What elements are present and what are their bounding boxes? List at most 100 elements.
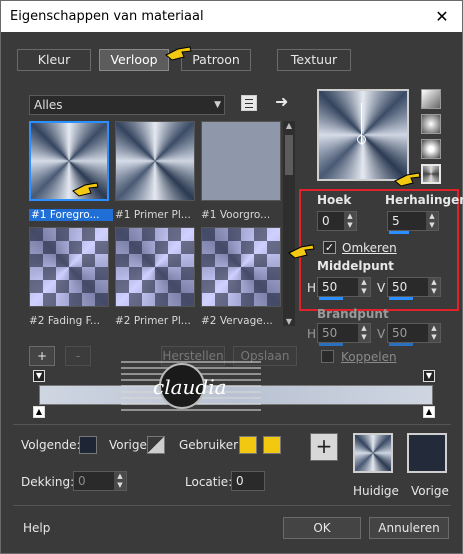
focal-h-slider[interactable] [319,343,343,346]
arrow-right-icon[interactable]: ➜ [275,92,288,111]
current-preview[interactable] [353,433,393,473]
focal-h-value: 50 [322,326,338,340]
gradient-caption: #1 Primer Pl... [115,209,191,221]
tab-bar: Kleur Verloop Patroon Textuur [1,49,462,71]
center-h-input[interactable]: 50 ▲ ▼ [317,277,371,300]
focal-v-slider[interactable] [389,343,413,346]
gallery-filter-value: Alles [34,98,63,112]
window-title: Eigenschappen van materiaal [10,9,204,24]
center-h-label: H [307,281,317,295]
scroll-down-icon[interactable]: ▼ [283,317,295,326]
tab-textuur[interactable]: Textuur [277,49,351,71]
center-v-slider[interactable] [389,297,413,300]
location-label: Locatie: [185,475,233,489]
invert-checkbox[interactable]: ✓ [323,241,336,254]
watermark-logo: claudia [121,355,261,415]
spin-arrows-icon[interactable]: ▲ ▼ [426,212,438,230]
chevron-down-icon: ▼ [214,100,221,110]
spin-arrows-icon[interactable]: ▲ ▼ [344,212,356,230]
angle-value: 0 [322,214,330,228]
focal-h-input[interactable]: 50 ▲ ▼ [317,323,371,346]
previous-preview[interactable] [407,433,447,473]
tab-verloop[interactable]: Verloop [99,49,169,71]
center-v-input[interactable]: 50 ▲ ▼ [387,277,441,300]
user-color-swatch-2[interactable] [263,436,281,454]
user-label: Gebruiker: [179,438,242,452]
spin-arrows-icon[interactable]: ▲ ▼ [428,324,440,342]
repeats-slider[interactable] [389,231,409,234]
tab-kleur[interactable]: Kleur [17,49,91,71]
rectangular-style-button[interactable] [421,114,441,134]
previous-preview-label: Vorige [411,484,449,498]
add-gradient-button[interactable]: + [29,346,55,366]
angle-input[interactable]: 0 ▲ ▼ [317,211,357,231]
title-bar: Eigenschappen van materiaal ✕ [1,1,462,32]
opacity-value: 0 [78,474,86,488]
center-v-label: V [377,281,386,295]
spin-arrows-icon[interactable]: ▲ ▼ [358,278,370,296]
add-to-swatches-button[interactable]: + [310,433,338,461]
divider [13,424,451,425]
hand-pointer-icon [71,179,101,199]
gradient-thumbnail[interactable] [201,227,281,307]
link-checkbox[interactable] [321,350,334,363]
hand-pointer-icon [393,169,423,189]
spin-arrows-icon[interactable]: ▲ ▼ [428,278,440,296]
focal-label: Brandpunt [317,307,389,321]
material-properties-dialog: Eigenschappen van materiaal ✕ Kleur Verl… [0,0,463,554]
link-label: Koppelen [341,350,397,364]
focal-v-label: V [377,327,386,341]
top-right-marker[interactable]: ▼ [423,370,435,382]
opacity-label: Dekking: [21,475,75,489]
opacity-input[interactable]: 0 ▲ ▼ [73,471,127,491]
gallery-filter-select[interactable]: Alles ▼ [29,95,225,115]
gradient-caption: #2 Vervage... [201,315,273,327]
top-left-marker[interactable]: ▼ [33,370,45,382]
previous-swatch[interactable] [147,436,165,454]
scroll-up-icon[interactable]: ▲ [283,121,295,130]
angle-label: Hoek [317,193,352,207]
sunburst-style-button[interactable] [421,139,441,159]
center-v-value: 50 [392,280,408,294]
spin-arrows-icon[interactable]: ▲ ▼ [358,324,370,342]
foreground-label: Volgende: [21,438,81,452]
center-label: Middelpunt [317,259,394,273]
help-link[interactable]: Help [23,521,50,535]
gradient-caption: #1 Foregro... [29,209,113,221]
location-input[interactable]: 0 [231,471,265,491]
user-color-swatch[interactable] [239,436,257,454]
close-icon[interactable]: ✕ [431,7,453,26]
scrollbar-thumb[interactable] [285,135,293,175]
repeats-label: Herhalingen [385,193,463,207]
divider [13,505,451,506]
bottom-left-stop[interactable]: ▲ [33,406,45,418]
radial-style-button[interactable] [421,164,441,184]
gradient-caption: #2 Primer Pl... [115,315,191,327]
linear-style-button[interactable] [421,89,441,109]
watermark-text: claudia [153,375,227,399]
gallery-scrollbar[interactable]: ▲ ▼ [283,121,295,326]
cancel-button[interactable]: Annuleren [369,517,449,539]
repeats-input[interactable]: 5 ▲ ▼ [387,211,439,234]
center-h-slider[interactable] [319,297,343,300]
foreground-swatch[interactable] [79,436,97,454]
hand-pointer-icon [287,241,317,261]
gradient-preview[interactable] [317,89,409,181]
location-value: 0 [236,474,244,488]
gradient-thumbnail[interactable] [201,121,281,201]
gradient-gallery: #1 Foregro... #1 Primer Pl... #1 Voorgro… [29,121,281,329]
spin-arrows-icon[interactable]: ▲ ▼ [114,472,126,490]
gradient-thumbnail[interactable] [29,227,109,307]
current-label: Huidige [353,484,399,498]
bottom-right-stop[interactable]: ▲ [423,406,435,418]
gradient-thumbnail[interactable] [115,227,195,307]
focal-h-label: H [307,327,317,341]
remove-gradient-button[interactable]: - [65,346,91,366]
gradient-thumbnail[interactable] [115,121,195,201]
list-view-icon[interactable] [241,95,257,111]
focal-v-input[interactable]: 50 ▲ ▼ [387,323,441,346]
center-h-value: 50 [322,280,338,294]
ok-button[interactable]: OK [283,517,361,539]
center-handle[interactable] [357,135,366,144]
focal-v-value: 50 [392,326,408,340]
